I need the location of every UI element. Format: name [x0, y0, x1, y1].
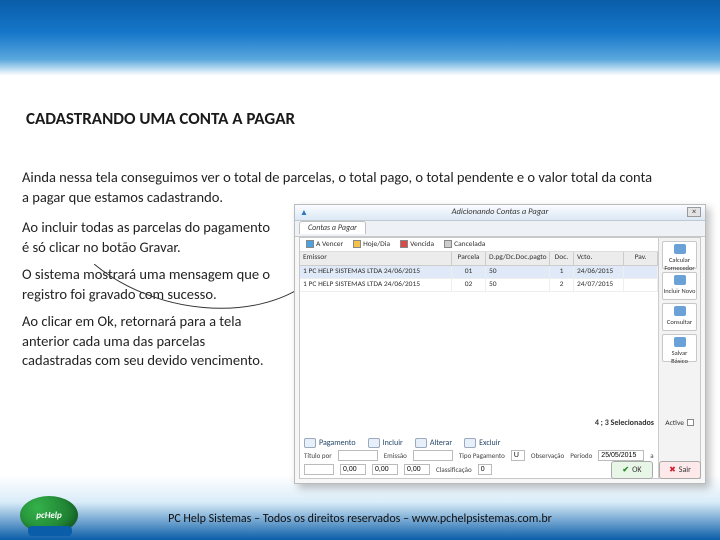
btn-consultar[interactable]: Consultar: [662, 303, 697, 331]
edit-icon: [415, 438, 427, 448]
col-fornecedor: Emissor: [300, 252, 452, 265]
table-rows: 1 PC HELP SISTEMAS LTDA 24/06/2015 01 50…: [300, 266, 700, 292]
intro-text: Ainda nessa tela conseguimos ver o total…: [22, 168, 660, 207]
ok-button[interactable]: OK: [611, 461, 653, 479]
window-title: Adicionando Contas a Pagar: [452, 207, 549, 217]
input-vlr1[interactable]: [372, 464, 398, 475]
input-periodo-ate[interactable]: [304, 464, 334, 475]
app-icon: ▲: [299, 207, 309, 217]
col-parcela: Parcela: [452, 252, 486, 265]
window-titlebar: ▲ Adicionando Contas a Pagar ×: [295, 205, 705, 221]
btn-excluir[interactable]: Excluir: [464, 438, 500, 448]
close-icon[interactable]: ×: [687, 207, 701, 217]
app-body: A Vencer Hoje/Dia Vencida Cancelada Emis…: [299, 237, 701, 479]
lbl-class: Classificação: [436, 465, 472, 474]
slide-title: CADASTRANDO UMA CONTA A PAGAR: [26, 108, 295, 129]
lbl-tipopag: Tipo Pagamento: [459, 451, 505, 460]
col-doc: Doc.: [550, 252, 574, 265]
table-row[interactable]: 1 PC HELP SISTEMAS LTDA 24/06/2015 01 50…: [300, 266, 700, 279]
legend-cancelada: Cancelada: [444, 240, 485, 249]
footer-text: PC Help Sistemas – Todos os direitos res…: [0, 512, 720, 526]
cancel-button[interactable]: Sair: [659, 461, 701, 479]
trash-icon: [464, 438, 476, 448]
col-pav: Pav.: [624, 252, 658, 265]
input-titulo[interactable]: [338, 450, 378, 461]
legend-vencida: Vencida: [400, 240, 434, 249]
lbl-titulo: Título por: [304, 451, 332, 460]
plus-icon: [368, 438, 380, 448]
input-vlr2[interactable]: [404, 464, 430, 475]
doc-icon: [304, 438, 316, 448]
lbl-obs: Observação: [531, 451, 564, 460]
legend-avencer: A Vencer: [306, 240, 343, 249]
selection-summary: 4 ; 3 Selecionados: [595, 418, 654, 428]
tab-contas-a-pagar[interactable]: Contas a Pagar: [299, 221, 366, 234]
input-class[interactable]: [478, 464, 492, 475]
lbl-emissao: Emissão: [384, 451, 407, 460]
input-emissao[interactable]: [413, 450, 453, 461]
right-sidebar: Calcular Fornecedor Incluir Novo Consult…: [658, 238, 700, 478]
col-docpag: D.pg/Dc.Doc.pagto: [486, 252, 550, 265]
filter-form: Título por Emissão Tipo Pagamento Observ…: [304, 450, 654, 474]
input-vlr0[interactable]: [340, 464, 366, 475]
btn-incluir-novo[interactable]: Incluir Novo: [662, 272, 697, 300]
col-vcto: Vcto.: [574, 252, 624, 265]
btn-alterar[interactable]: Alterar: [415, 438, 452, 448]
btn-pagamento[interactable]: Pagamento: [304, 438, 356, 448]
btn-incluir[interactable]: Incluir: [368, 438, 403, 448]
table-row[interactable]: 1 PC HELP SISTEMAS LTDA 24/06/2015 02 50…: [300, 279, 700, 292]
btn-salvar-basico[interactable]: Salvar Básico: [662, 334, 697, 362]
app-window: ▲ Adicionando Contas a Pagar × Contas a …: [294, 204, 706, 484]
tab-bar: Contas a Pagar: [295, 221, 705, 237]
legend-hoje: Hoje/Dia: [353, 240, 390, 249]
input-periodo-de[interactable]: [598, 450, 644, 461]
lbl-periodo: Período: [570, 451, 592, 460]
status-legend: A Vencer Hoje/Dia Vencida Cancelada: [300, 238, 700, 252]
active-label: Active: [665, 419, 684, 428]
dialog-buttons: OK Sair: [611, 461, 701, 479]
toolbar: Pagamento Incluir Alterar Excluir: [304, 438, 500, 448]
table-header: Emissor Parcela D.pg/Dc.Doc.pagto Doc. V…: [300, 252, 700, 266]
active-checkbox[interactable]: [687, 419, 694, 426]
btn-calcular-fornecedor[interactable]: Calcular Fornecedor: [662, 241, 697, 269]
input-tipopag[interactable]: [511, 450, 525, 461]
paragraph-1: Ao incluir todas as parcelas do pagament…: [22, 218, 278, 257]
